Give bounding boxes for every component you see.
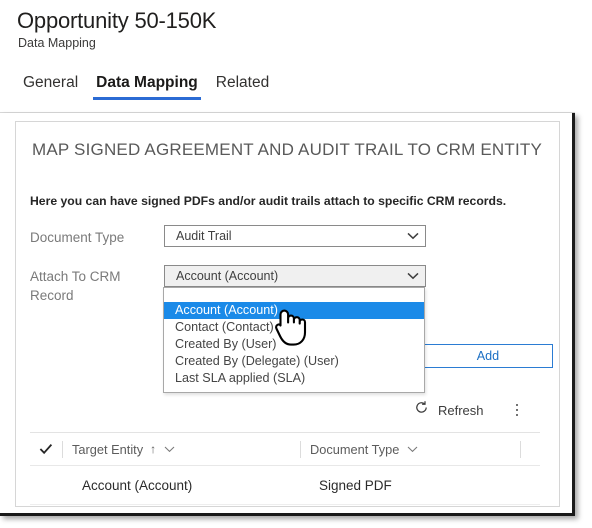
- dot: [515, 414, 518, 416]
- chevron-down-icon: [401, 272, 425, 280]
- attach-to-crm-record-select-value: Account (Account): [176, 269, 279, 283]
- column-divider: [520, 440, 521, 458]
- data-grid: Target Entity ↑ Document Type Account (A…: [30, 432, 540, 505]
- dot: [515, 409, 518, 411]
- document-type-select-value: Audit Trail: [176, 229, 232, 243]
- table-row[interactable]: Account (Account) Signed PDF: [30, 466, 540, 505]
- dropdown-option-account[interactable]: Account (Account): [164, 302, 424, 319]
- command-bar: Refresh: [410, 398, 524, 422]
- refresh-icon: [414, 400, 429, 420]
- dropdown-option-created-by-user[interactable]: Created By (User): [164, 336, 424, 353]
- page-subtitle: Data Mapping: [18, 36, 96, 50]
- tab-related[interactable]: Related: [207, 74, 278, 100]
- tab-general[interactable]: General: [14, 74, 87, 100]
- grid-header-row: Target Entity ↑ Document Type: [30, 432, 540, 466]
- column-header-target-entity[interactable]: Target Entity ↑: [62, 440, 300, 458]
- tab-strip: General Data Mapping Related: [14, 74, 278, 100]
- more-vertical-icon[interactable]: [510, 400, 524, 420]
- chevron-down-icon: [401, 232, 425, 240]
- dropdown-option-last-sla-applied[interactable]: Last SLA applied (SLA): [164, 370, 424, 387]
- page-header: Opportunity 50-150K Data Mapping General…: [0, 0, 592, 113]
- chevron-down-icon: [164, 446, 175, 453]
- section-heading: MAP SIGNED AGREEMENT AND AUDIT TRAIL TO …: [32, 140, 543, 159]
- label-document-type: Document Type: [30, 230, 125, 245]
- document-type-select[interactable]: Audit Trail: [164, 225, 426, 247]
- cell-target-entity: Account (Account): [82, 477, 193, 493]
- refresh-label: Refresh: [438, 402, 484, 418]
- column-header-document-type[interactable]: Document Type: [300, 440, 520, 458]
- checkmark-icon: [39, 444, 53, 455]
- label-attach-to-crm-record: Attach To CRM Record: [30, 269, 121, 303]
- attach-to-crm-record-dropdown[interactable]: Account (Account) Contact (Contact) Crea…: [163, 287, 425, 393]
- arrow-up-icon: ↑: [150, 442, 157, 456]
- page-title: Opportunity 50-150K: [17, 8, 217, 33]
- section-description: Here you can have signed PDFs and/or aud…: [30, 194, 507, 208]
- tab-data-mapping[interactable]: Data Mapping: [87, 74, 207, 100]
- refresh-button[interactable]: Refresh: [410, 400, 488, 420]
- dropdown-blank-option[interactable]: [164, 288, 424, 302]
- dropdown-padding: [164, 387, 424, 392]
- attach-to-crm-record-select[interactable]: Account (Account): [164, 265, 426, 287]
- select-all-checkbox[interactable]: [30, 443, 62, 455]
- dropdown-option-contact[interactable]: Contact (Contact): [164, 319, 424, 336]
- cell-document-type: Signed PDF: [319, 477, 392, 493]
- chevron-down-icon: [407, 446, 418, 453]
- dot: [515, 404, 518, 406]
- column-header-document-type-label: Document Type: [310, 441, 400, 457]
- column-header-target-entity-label: Target Entity: [72, 441, 144, 457]
- add-button[interactable]: Add: [423, 344, 553, 368]
- dropdown-option-created-by-delegate[interactable]: Created By (Delegate) (User): [164, 353, 424, 370]
